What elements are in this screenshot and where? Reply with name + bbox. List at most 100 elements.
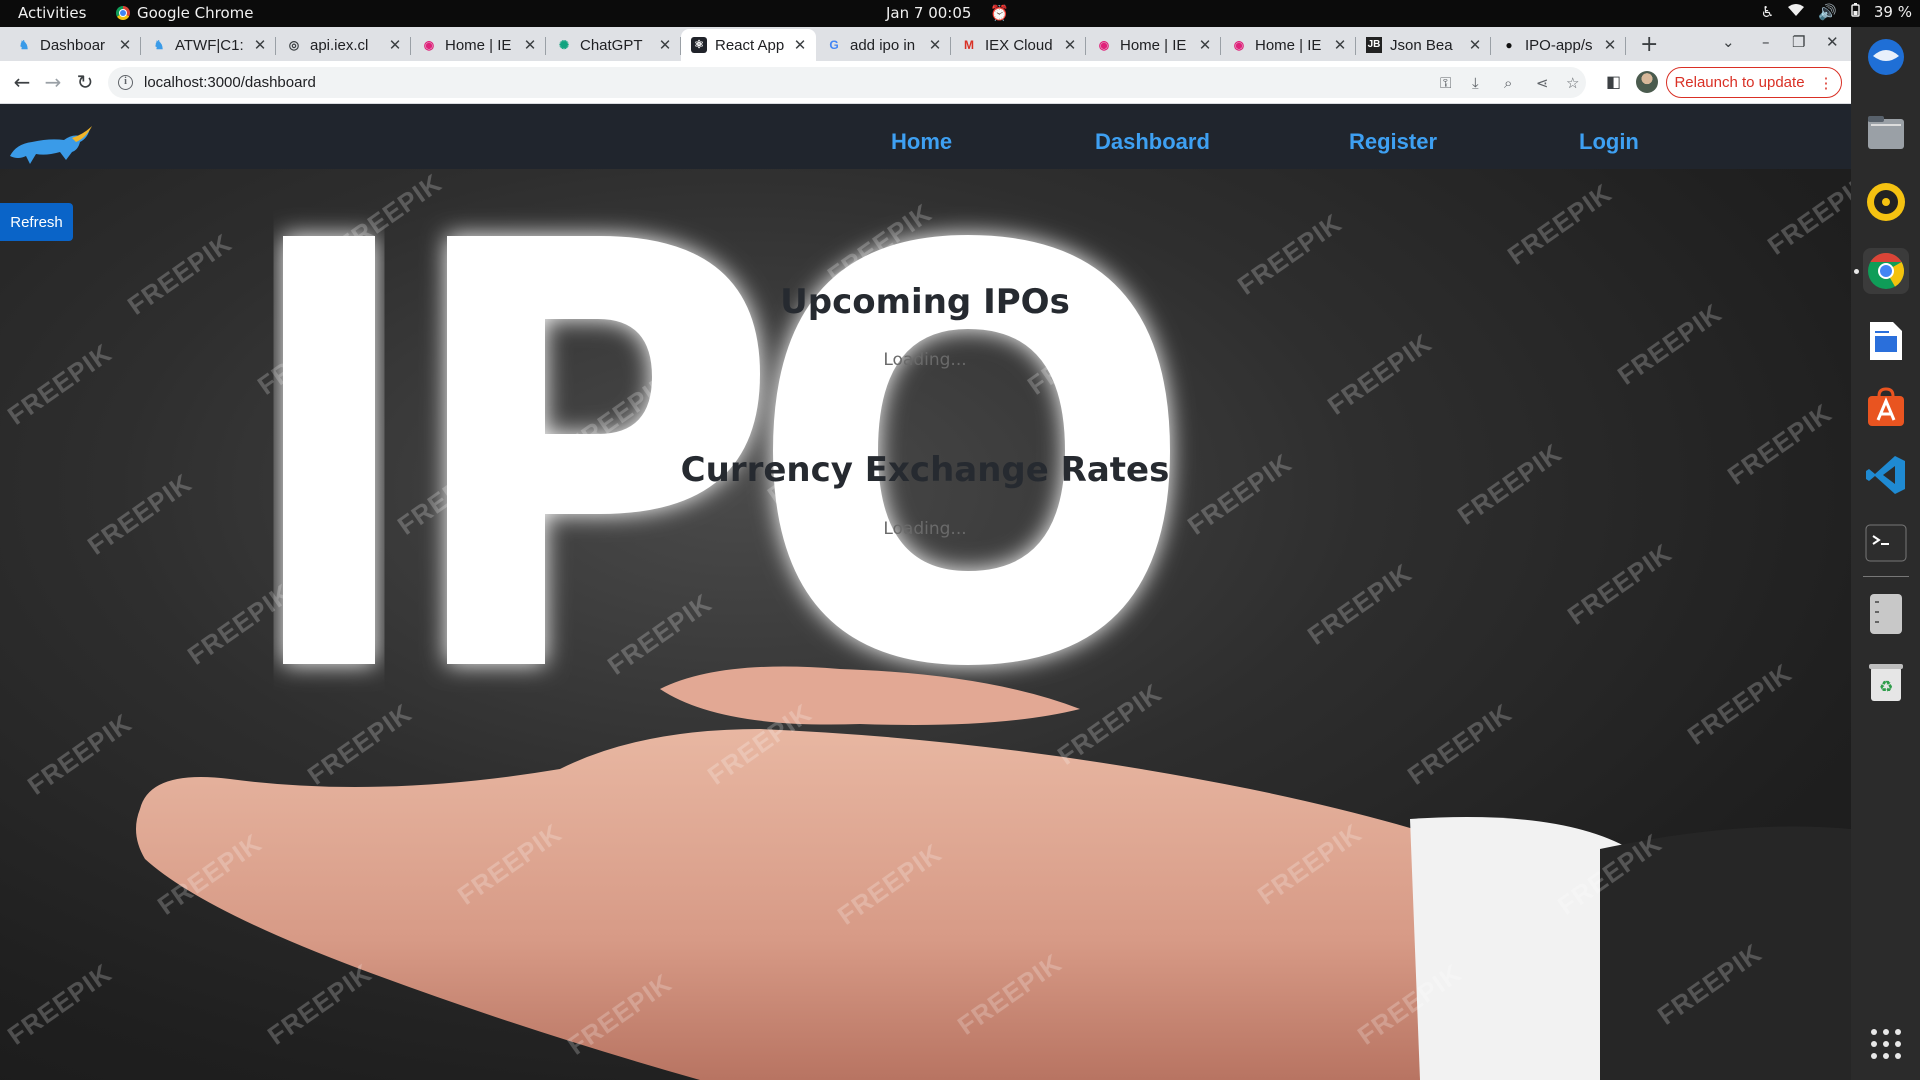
globe-icon: ◎ — [288, 38, 300, 52]
battery-percent: 39 % — [1873, 3, 1912, 21]
tab[interactable]: ♞ ATWF|C1: ✕ — [141, 29, 276, 61]
new-tab-button[interactable]: + — [1640, 32, 1658, 57]
app-name: Google Chrome — [137, 4, 254, 22]
tab-search-icon[interactable]: ⌄ — [1722, 33, 1735, 51]
tab[interactable]: ✺ ChatGPT ✕ — [546, 29, 681, 61]
tab-title: Dashboar — [40, 36, 106, 54]
chrome-icon[interactable] — [1863, 248, 1909, 294]
url-text[interactable]: localhost:3000/dashboard — [144, 74, 316, 91]
hero-letter-i — [283, 236, 375, 664]
tab-close-icon[interactable]: ✕ — [522, 36, 538, 54]
dock-separator — [1863, 576, 1909, 577]
relaunch-button[interactable]: Relaunch to update ⋮ — [1666, 67, 1842, 98]
browser-toolbar: ← → ↻ i localhost:3000/dashboard ⚿ ⤓ ⌕ ⋖… — [0, 61, 1851, 104]
profile-avatar[interactable] — [1636, 71, 1658, 93]
svg-text:♻: ♻ — [1879, 677, 1893, 696]
nav-dashboard-link[interactable]: Dashboard — [1095, 129, 1210, 155]
zoom-icon[interactable]: ⌕ — [1504, 74, 1512, 92]
tab[interactable]: Gadd ipo in ✕ — [816, 29, 951, 61]
tab-close-icon[interactable]: ✕ — [1197, 36, 1213, 54]
accessibility-icon[interactable]: ♿ — [1761, 3, 1774, 21]
minimize-icon[interactable]: – — [1762, 33, 1770, 51]
tab-title: api.iex.cl — [310, 36, 369, 54]
battery-icon — [1851, 3, 1860, 21]
tab-separator — [1625, 37, 1626, 55]
tab-strip: ♞ Dashboar ✕ ♞ ATWF|C1: ✕ ◎ api.iex.cl ✕ ◉ Home | … — [0, 27, 1851, 61]
site-info-icon[interactable]: i — [118, 75, 133, 90]
tab-title: Home | IE — [1120, 36, 1187, 54]
share-icon[interactable]: ⋖ — [1536, 74, 1549, 92]
reload-icon[interactable]: ↻ — [73, 70, 97, 94]
chatgpt-icon: ✺ — [558, 38, 570, 52]
tab-close-icon[interactable]: ✕ — [657, 36, 673, 54]
tab-title: Home | IE — [445, 36, 512, 54]
tab-close-icon[interactable]: ✕ — [117, 36, 133, 54]
bull-logo-icon[interactable] — [6, 126, 92, 168]
chrome-icon — [116, 6, 130, 20]
tab-close-icon[interactable]: ✕ — [1602, 36, 1618, 54]
tab-close-icon[interactable]: ✕ — [792, 36, 808, 54]
nav-home-link[interactable]: Home — [891, 129, 952, 155]
writer-icon[interactable] — [1863, 318, 1909, 364]
trash-icon[interactable]: ♻ — [1863, 659, 1909, 705]
app-menu[interactable]: Google Chrome — [116, 4, 254, 22]
google-icon: G — [829, 38, 839, 52]
relaunch-label: Relaunch to update — [1674, 74, 1805, 91]
tab-title: Json Bea — [1390, 36, 1453, 54]
app-center-icon[interactable] — [1863, 385, 1909, 431]
tab-active[interactable]: ⚛ React App ✕ — [681, 29, 816, 61]
clock[interactable]: Jan 7 00:05 ⏰ — [886, 4, 1009, 22]
nav-login-link[interactable]: Login — [1579, 129, 1639, 155]
gmail-icon: M — [964, 38, 974, 52]
suit-sleeve-shape — [1600, 826, 1851, 1080]
tab-close-icon[interactable]: ✕ — [387, 36, 403, 54]
jsonbeautify-icon: JB — [1366, 37, 1382, 53]
back-icon[interactable]: ← — [10, 70, 34, 94]
tab-close-icon[interactable]: ✕ — [1467, 36, 1483, 54]
iex-icon: ◉ — [1098, 38, 1110, 52]
close-window-icon[interactable]: ✕ — [1826, 33, 1839, 51]
address-bar[interactable]: i localhost:3000/dashboard ⚿ ⤓ ⌕ ⋖ ☆ — [108, 67, 1586, 98]
currency-loading-text: Loading... — [883, 519, 967, 539]
nav-register-link[interactable]: Register — [1349, 129, 1437, 155]
rhythmbox-icon[interactable] — [1863, 179, 1909, 225]
bull-icon: ♞ — [153, 38, 165, 52]
tab-close-icon[interactable]: ✕ — [927, 36, 943, 54]
terminal-icon[interactable] — [1863, 520, 1909, 566]
tab-close-icon[interactable]: ✕ — [1062, 36, 1078, 54]
thunderbird-icon[interactable] — [1863, 34, 1909, 80]
react-icon: ⚛ — [691, 37, 707, 53]
tab[interactable]: ◎ api.iex.cl ✕ — [276, 29, 411, 61]
tab[interactable]: ◉ Home | IE ✕ — [1086, 29, 1221, 61]
tab[interactable]: ◉ Home | IE ✕ — [411, 29, 546, 61]
bookmark-star-icon[interactable]: ☆ — [1566, 74, 1579, 92]
show-apps-icon[interactable] — [1863, 1021, 1909, 1067]
tab[interactable]: ♞ Dashboar ✕ — [6, 29, 141, 61]
tab[interactable]: JB Json Bea ✕ — [1356, 29, 1491, 61]
vscode-icon[interactable] — [1863, 452, 1909, 498]
tab[interactable]: ◉ Home | IE ✕ — [1221, 29, 1356, 61]
bull-icon: ♞ — [18, 38, 30, 52]
activities-button[interactable]: Activities — [18, 4, 86, 22]
volume-icon: 🔊 — [1818, 3, 1837, 21]
tab[interactable]: M IEX Cloud ✕ — [951, 29, 1086, 61]
ubuntu-dock: ♻ — [1851, 27, 1920, 1080]
page-viewport: FREEPIK FREEPIK FREEPIK FREEPIK FREEPIK FREEP… — [0, 104, 1851, 1080]
tab-close-icon[interactable]: ✕ — [1332, 36, 1348, 54]
files-icon[interactable] — [1863, 109, 1909, 155]
tab-title: IEX Cloud — [985, 36, 1053, 54]
side-panel-icon[interactable]: ◧ — [1606, 72, 1621, 91]
key-icon[interactable]: ⚿ — [1440, 74, 1451, 92]
tab[interactable]: ● IPO-app/s ✕ — [1491, 29, 1626, 61]
tab-title: IPO-app/s — [1525, 36, 1593, 54]
forward-icon[interactable]: → — [41, 70, 65, 94]
tab-close-icon[interactable]: ✕ — [252, 36, 268, 54]
system-tray[interactable]: ♿ 🔊 39 % — [1761, 3, 1912, 21]
drive-icon[interactable] — [1863, 591, 1909, 637]
system-top-bar: Activities Google Chrome Jan 7 00:05 ⏰ ♿… — [0, 0, 1920, 27]
maximize-icon[interactable]: ❐ — [1792, 33, 1805, 51]
tab-title: ChatGPT — [580, 36, 643, 54]
refresh-button[interactable]: Refresh — [0, 203, 73, 241]
tab-title: ATWF|C1: — [175, 36, 244, 54]
install-icon[interactable]: ⤓ — [1472, 74, 1479, 92]
